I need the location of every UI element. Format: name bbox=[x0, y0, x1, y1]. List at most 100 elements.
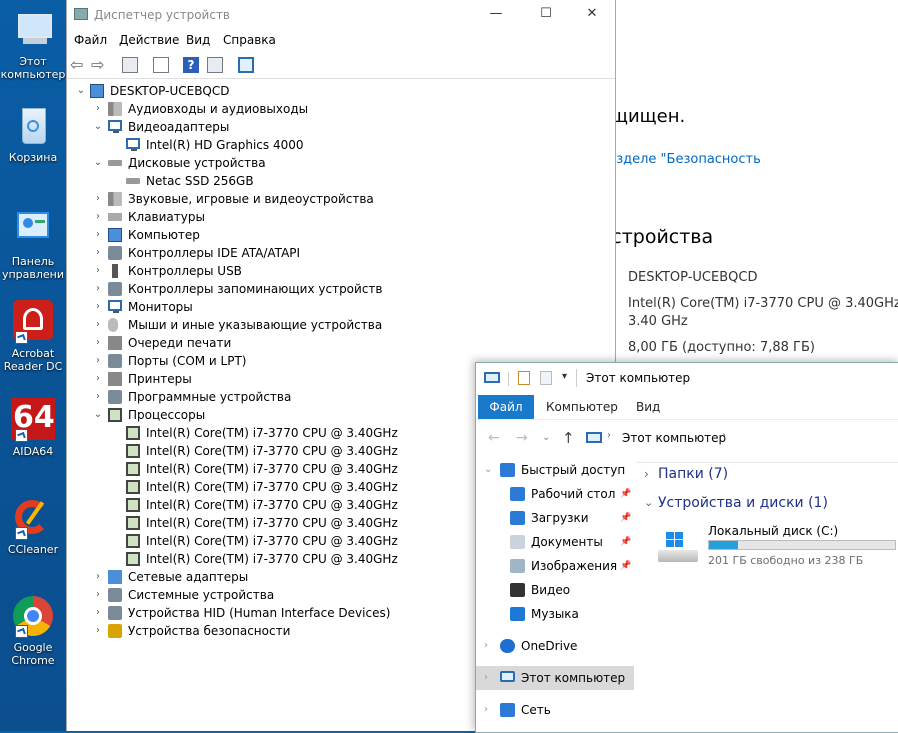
menu-action[interactable]: Действие bbox=[119, 33, 179, 47]
chevron-right-icon[interactable]: › bbox=[92, 226, 104, 244]
device-category[interactable]: › Мониторы bbox=[67, 298, 615, 316]
chevron-right-icon[interactable]: › bbox=[92, 388, 104, 406]
chevron-right-icon[interactable]: › bbox=[92, 568, 104, 586]
group-folders[interactable]: › Папки (7) bbox=[636, 462, 898, 487]
chevron-down-icon[interactable]: ⌄ bbox=[484, 458, 492, 482]
help-button[interactable]: ? bbox=[183, 57, 199, 73]
desktop-icon-ccleaner[interactable]: CCleaner bbox=[0, 496, 66, 556]
nav-item[interactable]: Загрузки 📌 bbox=[476, 506, 634, 530]
nav-item[interactable]: › OneDrive bbox=[476, 634, 634, 658]
chevron-right-icon[interactable]: › bbox=[92, 334, 104, 352]
nav-item[interactable]: › Сеть bbox=[476, 698, 634, 722]
group-drives[interactable]: ⌄ Устройства и диски (1) bbox=[636, 492, 898, 516]
menu-view[interactable]: Вид bbox=[186, 33, 210, 47]
nav-item[interactable]: › Этот компьютер bbox=[476, 666, 634, 690]
explorer-titlebar[interactable]: ▾ Этот компьютер bbox=[476, 363, 898, 395]
nav-item[interactable]: Рабочий стол 📌 bbox=[476, 482, 634, 506]
device-category[interactable]: › Клавиатуры bbox=[67, 208, 615, 226]
desktop-icon-chrome[interactable]: Google Chrome bbox=[0, 594, 66, 667]
pin-icon: 📌 bbox=[620, 537, 632, 547]
device-label: Контроллеры IDE ATA/ATAPI bbox=[128, 246, 301, 260]
nav-item-label: Видео bbox=[531, 583, 571, 597]
device-item[interactable]: Intel(R) HD Graphics 4000 bbox=[67, 136, 615, 154]
drive-tile-c[interactable]: Локальный диск (C:) 201 ГБ свободно из 2… bbox=[652, 524, 897, 570]
menu-help[interactable]: Справка bbox=[223, 33, 276, 47]
scan-hardware-button[interactable] bbox=[238, 57, 254, 73]
maximize-button[interactable]: ☐ bbox=[523, 0, 569, 30]
nav-item[interactable]: Музыка bbox=[476, 602, 634, 626]
desktop-icon-acrobat[interactable]: Acrobat Reader DC bbox=[0, 300, 66, 373]
chevron-right-icon[interactable]: › bbox=[484, 698, 488, 722]
device-category[interactable]: ⌄ Дисковые устройства bbox=[67, 154, 615, 172]
titlebar-divider bbox=[508, 372, 509, 386]
close-button[interactable]: ✕ bbox=[569, 0, 615, 30]
desktop-icon-aida64[interactable]: 64 AIDA64 bbox=[0, 398, 66, 458]
properties-quick-icon[interactable] bbox=[518, 371, 530, 385]
chevron-right-icon[interactable]: › bbox=[92, 190, 104, 208]
chevron-right-icon[interactable]: › bbox=[92, 262, 104, 280]
tree-root[interactable]: ⌄ DESKTOP-UCEBQCD bbox=[67, 82, 615, 100]
ccleaner-icon bbox=[11, 496, 55, 540]
chevron-right-icon[interactable]: › bbox=[92, 208, 104, 226]
forward-button[interactable]: ⇨ bbox=[91, 57, 107, 73]
up-button[interactable]: ↑ bbox=[562, 429, 575, 447]
address-bar[interactable]: › Этот компьютер › bbox=[582, 426, 898, 450]
device-category[interactable]: ⌄ Видеоадаптеры bbox=[67, 118, 615, 136]
back-button[interactable]: ⇦ bbox=[70, 57, 86, 73]
desktop-icon-recycle-bin[interactable]: Корзина bbox=[0, 104, 66, 164]
security-link[interactable]: разделе "Безопасность bbox=[600, 152, 761, 167]
chevron-right-icon[interactable]: › bbox=[92, 586, 104, 604]
usb-icon bbox=[112, 264, 118, 278]
minimize-button[interactable]: — bbox=[473, 0, 519, 30]
back-button[interactable]: ← bbox=[488, 430, 500, 446]
device-manager-titlebar[interactable]: Диспетчер устройств — ☐ ✕ bbox=[67, 0, 615, 30]
device-category[interactable]: › Контроллеры USB bbox=[67, 262, 615, 280]
action-pane-button[interactable] bbox=[207, 57, 223, 73]
chevron-right-icon[interactable]: › bbox=[92, 280, 104, 298]
nav-item-label: Этот компьютер bbox=[521, 671, 626, 685]
nav-item[interactable]: ⌄ Быстрый доступ bbox=[476, 458, 634, 482]
device-category[interactable]: › Очереди печати bbox=[67, 334, 615, 352]
ribbon-tab-computer[interactable]: Компьютер bbox=[546, 395, 618, 419]
chevron-right-icon[interactable]: › bbox=[92, 370, 104, 388]
chevron-right-icon[interactable]: › bbox=[484, 634, 488, 658]
chevron-right-icon[interactable]: › bbox=[92, 298, 104, 316]
chevron-right-icon[interactable]: › bbox=[92, 100, 104, 118]
ribbon-tab-file[interactable]: Файл bbox=[478, 395, 534, 419]
device-category[interactable]: › Контроллеры IDE ATA/ATAPI bbox=[67, 244, 615, 262]
forward-button[interactable]: → bbox=[516, 430, 528, 446]
chevron-right-icon[interactable]: › bbox=[92, 352, 104, 370]
chevron-right-icon[interactable]: › bbox=[92, 604, 104, 622]
chevron-down-icon[interactable]: ⌄ bbox=[92, 118, 104, 136]
device-item[interactable]: Netac SSD 256GB bbox=[67, 172, 615, 190]
desktop-icon-label: Этот компьютер bbox=[0, 55, 66, 81]
desktop-icon-label: AIDA64 bbox=[12, 445, 54, 458]
nav-item[interactable]: Документы 📌 bbox=[476, 530, 634, 554]
chevron-down-icon[interactable]: ⌄ bbox=[75, 82, 87, 100]
device-category[interactable]: › Контроллеры запоминающих устройств bbox=[67, 280, 615, 298]
chevron-right-icon[interactable]: › bbox=[92, 316, 104, 334]
device-category[interactable]: › Звуковые, игровые и видеоустройства bbox=[67, 190, 615, 208]
ribbon-tab-view[interactable]: Вид bbox=[636, 395, 660, 419]
chevron-right-icon[interactable]: › bbox=[92, 622, 104, 640]
device-category[interactable]: › Аудиовходы и аудиовыходы bbox=[67, 100, 615, 118]
properties-button[interactable] bbox=[153, 57, 169, 73]
chevron-right-icon[interactable]: › bbox=[92, 244, 104, 262]
address-segment[interactable]: Этот компьютер bbox=[622, 431, 726, 445]
device-category[interactable]: › Мыши и иные указывающие устройства bbox=[67, 316, 615, 334]
network-icon bbox=[500, 703, 515, 717]
new-folder-quick-icon[interactable] bbox=[540, 371, 552, 385]
nav-item[interactable]: Изображения 📌 bbox=[476, 554, 634, 578]
recent-locations-button[interactable]: ⌄ bbox=[542, 432, 550, 443]
menu-file[interactable]: Файл bbox=[74, 33, 107, 47]
device-category[interactable]: › Компьютер bbox=[67, 226, 615, 244]
chevron-down-icon[interactable]: ⌄ bbox=[92, 154, 104, 172]
chevron-right-icon[interactable]: › bbox=[484, 666, 488, 690]
quick-access-toolbar-dropdown[interactable]: ▾ bbox=[562, 371, 567, 382]
desktop-icon-control-panel[interactable]: Панель управлени bbox=[0, 208, 66, 281]
chevron-down-icon: ▾ bbox=[562, 371, 568, 382]
show-hide-console-tree-button[interactable] bbox=[122, 57, 138, 73]
nav-item[interactable]: Видео bbox=[476, 578, 634, 602]
chevron-down-icon[interactable]: ⌄ bbox=[92, 406, 104, 424]
desktop-icon-this-pc[interactable]: Этот компьютер bbox=[0, 8, 66, 81]
